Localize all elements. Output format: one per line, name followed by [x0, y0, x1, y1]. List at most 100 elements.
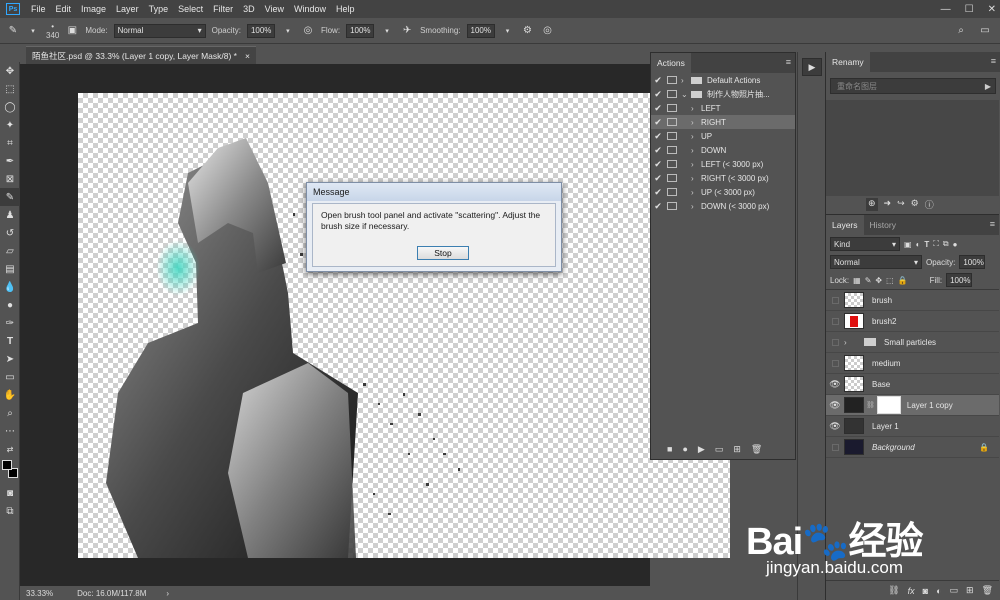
checkmark-icon[interactable]: ✔: [651, 89, 665, 100]
lock-all-icon[interactable]: 🔒: [898, 276, 908, 285]
action-row[interactable]: ✔ ⌄ 制作人物照片抽...: [651, 87, 795, 101]
panel-menu-icon[interactable]: ≡: [991, 56, 996, 66]
chain-link-icon[interactable]: ⛓: [866, 401, 875, 409]
actions-play-icon[interactable]: ▶: [802, 58, 822, 76]
layer-row[interactable]: 👁 Base: [826, 374, 999, 395]
info-icon[interactable]: ⓘ: [925, 198, 934, 211]
filter-toggle-icon[interactable]: ●: [953, 240, 958, 249]
close-tab-icon[interactable]: ×: [245, 51, 250, 61]
history-brush-tool-icon[interactable]: ↺: [0, 224, 20, 242]
brush-preset-picker[interactable]: • 340: [46, 22, 59, 40]
numbering-icon[interactable]: ⊕: [866, 198, 878, 211]
chevron-right-icon[interactable]: ›: [691, 160, 701, 169]
chevron-down-icon[interactable]: ▾: [26, 24, 40, 38]
marquee-tool-icon[interactable]: ⬚: [0, 80, 20, 98]
layer-row[interactable]: › Small particles: [826, 332, 999, 353]
lock-artboard-icon[interactable]: ⬚: [886, 276, 894, 285]
brush-tool-icon[interactable]: ✎: [6, 24, 20, 38]
lock-image-icon[interactable]: ✎: [865, 276, 872, 285]
checkmark-icon[interactable]: ✔: [651, 159, 665, 170]
hand-tool-icon[interactable]: ✋: [0, 386, 20, 404]
layer-row[interactable]: brush2: [826, 311, 999, 332]
mode-select[interactable]: Normal ▾: [113, 23, 206, 38]
chevron-down-icon[interactable]: ▾: [501, 24, 515, 38]
menu-item-select[interactable]: Select: [173, 4, 208, 14]
type-filter-icon[interactable]: T: [924, 240, 929, 249]
delete-icon[interactable]: 🗑: [751, 444, 762, 455]
action-row[interactable]: ✔ › RIGHT (< 3000 px): [651, 171, 795, 185]
panel-menu-icon[interactable]: ≡: [990, 219, 995, 229]
lock-transparent-icon[interactable]: ▦: [853, 276, 861, 285]
dialog-toggle-icon[interactable]: [667, 188, 677, 196]
layer-style-icon[interactable]: fx: [908, 586, 915, 596]
smart-filter-icon[interactable]: ⧉: [943, 239, 949, 249]
menu-item-image[interactable]: Image: [76, 4, 111, 14]
menu-item-window[interactable]: Window: [289, 4, 331, 14]
blur-tool-icon[interactable]: 💧: [0, 278, 20, 296]
blend-mode-select[interactable]: Normal ▾: [830, 255, 922, 269]
action-row[interactable]: ✔ › DOWN (< 3000 px): [651, 199, 795, 213]
zoom-level[interactable]: 33.33%: [26, 589, 53, 598]
menu-item-view[interactable]: View: [260, 4, 289, 14]
status-menu-arrow[interactable]: ›: [166, 589, 169, 598]
pixel-filter-icon[interactable]: ▣: [904, 240, 912, 249]
lasso-tool-icon[interactable]: ◯: [0, 98, 20, 116]
record-icon[interactable]: ●: [682, 444, 687, 454]
chevron-right-icon[interactable]: ›: [691, 202, 701, 211]
gear-icon[interactable]: ⚙: [911, 198, 919, 211]
menu-item-3d[interactable]: 3D: [238, 4, 260, 14]
checkmark-icon[interactable]: ✔: [651, 131, 665, 142]
new-action-icon[interactable]: ⊞: [733, 444, 741, 455]
screen-mode-icon[interactable]: ⧉: [0, 502, 20, 520]
layer-opacity-field[interactable]: 100%: [959, 255, 986, 269]
eye-icon[interactable]: 👁: [826, 379, 844, 390]
link-layers-icon[interactable]: ⛓: [888, 585, 899, 596]
dialog-toggle-icon[interactable]: [667, 174, 677, 182]
smoothing-field[interactable]: 100%: [466, 23, 495, 38]
chevron-right-icon[interactable]: ›: [681, 76, 691, 85]
dialog-toggle-icon[interactable]: [667, 90, 677, 98]
menu-item-type[interactable]: Type: [144, 4, 174, 14]
menu-item-edit[interactable]: Edit: [51, 4, 77, 14]
eye-icon[interactable]: 👁: [826, 400, 844, 411]
document-tab[interactable]: 陌鱼社区.psd @ 33.3% (Layer 1 copy, Layer Ma…: [26, 46, 256, 64]
tab-actions[interactable]: Actions: [651, 53, 691, 73]
menu-item-help[interactable]: Help: [331, 4, 360, 14]
new-group-icon[interactable]: ▭: [950, 585, 959, 596]
layer-row[interactable]: Background 🔒: [826, 437, 999, 458]
dialog-toggle-icon[interactable]: [667, 202, 677, 210]
dialog-toggle-icon[interactable]: [667, 160, 677, 168]
brush-tool-icon[interactable]: ✎: [0, 188, 20, 206]
gradient-tool-icon[interactable]: ▤: [0, 260, 20, 278]
action-row[interactable]: ✔ › RIGHT: [651, 115, 795, 129]
checkmark-icon[interactable]: ✔: [651, 201, 665, 212]
rename-layer-input[interactable]: 重命名图层 ▶: [830, 78, 996, 94]
delete-layer-icon[interactable]: 🗑: [982, 585, 993, 596]
chevron-down-icon[interactable]: ▾: [281, 24, 295, 38]
minimize-icon[interactable]: —: [941, 4, 951, 15]
adjustment-layer-icon[interactable]: ◐: [936, 586, 941, 596]
document-canvas[interactable]: [78, 93, 730, 558]
visibility-toggle[interactable]: [826, 359, 844, 367]
new-layer-icon[interactable]: ⊞: [966, 585, 974, 596]
chevron-right-icon[interactable]: ›: [691, 174, 701, 183]
layer-row[interactable]: medium: [826, 353, 999, 374]
move-tool-icon[interactable]: ✥: [0, 62, 20, 80]
add-mask-icon[interactable]: ◙: [923, 586, 928, 596]
action-row[interactable]: ✔ › UP: [651, 129, 795, 143]
dialog-toggle-icon[interactable]: [667, 146, 677, 154]
visibility-toggle[interactable]: [826, 317, 844, 325]
visibility-toggle[interactable]: [826, 338, 844, 346]
opacity-field[interactable]: 100%: [246, 23, 275, 38]
chevron-right-icon[interactable]: ›: [691, 132, 701, 141]
swap-colors-icon[interactable]: ⇄: [0, 440, 20, 458]
dodge-tool-icon[interactable]: ●: [0, 296, 20, 314]
chevron-down-icon[interactable]: ⌄: [681, 90, 691, 99]
chevron-right-icon[interactable]: ›: [691, 188, 701, 197]
action-row[interactable]: ✔ › Default Actions: [651, 73, 795, 87]
eye-icon[interactable]: 👁: [826, 421, 844, 432]
frame-tool-icon[interactable]: ⊠: [0, 170, 20, 188]
crop-tool-icon[interactable]: ⌗: [0, 134, 20, 152]
quick-mask-icon[interactable]: ◙: [0, 484, 20, 502]
layer-row[interactable]: brush: [826, 290, 999, 311]
